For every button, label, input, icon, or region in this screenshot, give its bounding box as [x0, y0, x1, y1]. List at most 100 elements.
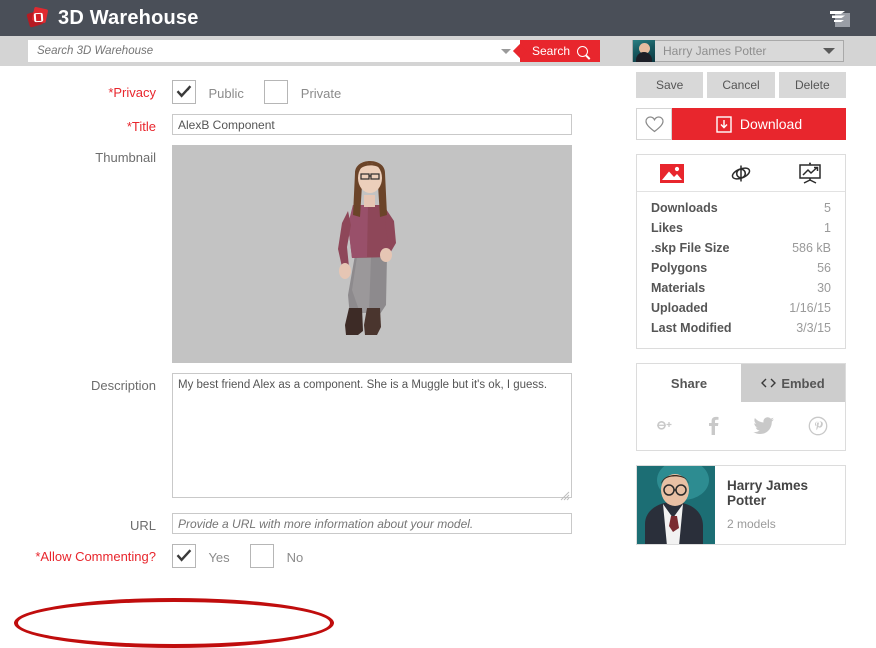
allow-commenting-row: *Allow Commenting? Yes No [0, 544, 620, 568]
tab-embed[interactable]: Embed [741, 364, 845, 402]
model-view-tabs [637, 155, 845, 192]
pinterest-icon[interactable] [808, 416, 828, 436]
woman-figure-cutout-icon [338, 161, 396, 335]
privacy-options: Public Private [172, 80, 620, 104]
magnifier-icon [577, 45, 589, 57]
user-avatar [633, 40, 655, 62]
privacy-public-label: Public [208, 85, 244, 101]
tab-3d-view[interactable] [706, 155, 775, 191]
user-account-dropdown[interactable]: Harry James Potter [632, 40, 844, 62]
top-header-bar: 3D Warehouse [0, 0, 876, 36]
stat-key: Likes [651, 221, 683, 235]
stat-row: Last Modified 3/3/15 [651, 318, 831, 338]
url-input[interactable] [172, 513, 572, 534]
tab-embed-label: Embed [781, 375, 825, 391]
thumbnail-row: Thumbnail [0, 145, 620, 363]
url-row: URL [0, 513, 620, 534]
twitter-icon[interactable] [753, 417, 775, 435]
social-share-icons [637, 402, 845, 450]
red-ellipse-highlight [14, 598, 334, 648]
user-name-label: Harry James Potter [663, 44, 767, 58]
googleplus-icon[interactable] [654, 417, 674, 435]
stat-row: Polygons 56 [651, 258, 831, 278]
right-sidebar: Save Cancel Delete Download Downloads 5 … [636, 72, 846, 545]
stat-value: 5 [824, 201, 831, 215]
brand-title: 3D Warehouse [58, 6, 199, 29]
stat-value: 56 [817, 261, 831, 275]
download-row: Download [636, 108, 846, 140]
commenting-yes-label: Yes [208, 549, 230, 565]
facebook-icon[interactable] [707, 416, 719, 436]
search-toolbar: Search Harry James Potter [0, 36, 876, 66]
share-tabs: Share Embed [637, 364, 845, 402]
author-info: Harry James Potter 2 models [715, 466, 845, 544]
code-brackets-icon [761, 378, 777, 388]
description-row: Description My best friend Alex as a com… [0, 373, 620, 503]
search-field-wrap [28, 40, 520, 62]
delete-button[interactable]: Delete [778, 72, 846, 98]
title-label: *Title [126, 119, 156, 134]
heart-icon[interactable] [636, 108, 672, 140]
download-label: Download [739, 116, 803, 132]
cancel-button[interactable]: Cancel [707, 72, 775, 98]
author-photo [637, 466, 715, 544]
privacy-private-checkbox[interactable] [264, 80, 289, 104]
search-button-label: Search [532, 44, 571, 58]
privacy-private-label: Private [300, 85, 342, 101]
stat-row: Downloads 5 [651, 198, 831, 218]
download-button[interactable]: Download [672, 108, 846, 140]
stat-key: Uploaded [651, 301, 708, 315]
commenting-yes-checkbox[interactable] [172, 544, 196, 568]
stat-value: 586 kB [792, 241, 831, 255]
stat-key: Materials [651, 281, 706, 295]
title-input[interactable] [172, 114, 572, 135]
stat-key: Downloads [651, 201, 718, 215]
model-info-card: Downloads 5 Likes 1 .skp File Size 586 k… [636, 154, 846, 349]
commenting-no-checkbox[interactable] [250, 544, 275, 568]
share-card: Share Embed [636, 363, 846, 451]
title-row: *Title [0, 114, 620, 135]
stat-row: Likes 1 [651, 218, 831, 238]
stat-value: 1/16/15 [789, 301, 831, 315]
save-button[interactable]: Save [636, 72, 704, 98]
tab-share[interactable]: Share [637, 364, 741, 402]
brand-logo-link[interactable]: 3D Warehouse [26, 6, 199, 30]
url-label: URL [129, 518, 156, 533]
stat-value: 3/3/15 [796, 321, 831, 335]
tab-stats-view[interactable] [776, 155, 845, 191]
search-filter-chevron-down-icon[interactable] [501, 48, 511, 54]
commenting-no-label: No [286, 549, 304, 565]
image-icon [659, 163, 684, 183]
stat-row: .skp File Size 586 kB [651, 238, 831, 258]
stat-key: .skp File Size [651, 241, 730, 255]
form-action-buttons: Save Cancel Delete [636, 72, 846, 98]
stat-row: Materials 30 [651, 278, 831, 298]
stat-value: 1 [824, 221, 831, 235]
tab-image-view[interactable] [637, 155, 706, 191]
allow-commenting-label: *Allow Commenting? [35, 549, 156, 564]
privacy-row: *Privacy Public Private [0, 80, 620, 104]
stat-key: Last Modified [651, 321, 732, 335]
search-button[interactable]: Search [520, 40, 601, 62]
sketchup-app-icon[interactable] [828, 7, 854, 29]
model-stats-list: Downloads 5 Likes 1 .skp File Size 586 k… [637, 192, 845, 348]
thumbnail-preview[interactable] [172, 145, 572, 363]
main-content: *Privacy Public Private *Title Thumbnail [0, 66, 876, 648]
description-textarea[interactable]: My best friend Alex as a component. She … [172, 373, 572, 498]
warehouse-cubes-logo-icon [26, 6, 50, 29]
description-label: Description [90, 378, 156, 393]
author-name: Harry James Potter [727, 478, 809, 508]
privacy-label: *Privacy [108, 85, 156, 100]
thumbnail-label: Thumbnail [95, 150, 156, 165]
stats-chart-icon [799, 162, 822, 184]
stat-row: Uploaded 1/16/15 [651, 298, 831, 318]
author-model-count: 2 models [727, 517, 776, 531]
search-input[interactable] [29, 41, 501, 61]
stat-key: Polygons [651, 261, 708, 275]
model-edit-form: *Privacy Public Private *Title Thumbnail [0, 66, 620, 578]
author-card[interactable]: Harry James Potter 2 models [636, 465, 846, 545]
privacy-public-checkbox[interactable] [172, 80, 196, 104]
chevron-down-icon [823, 48, 835, 54]
rotate-3d-icon [731, 165, 751, 181]
download-tray-icon [716, 115, 732, 133]
